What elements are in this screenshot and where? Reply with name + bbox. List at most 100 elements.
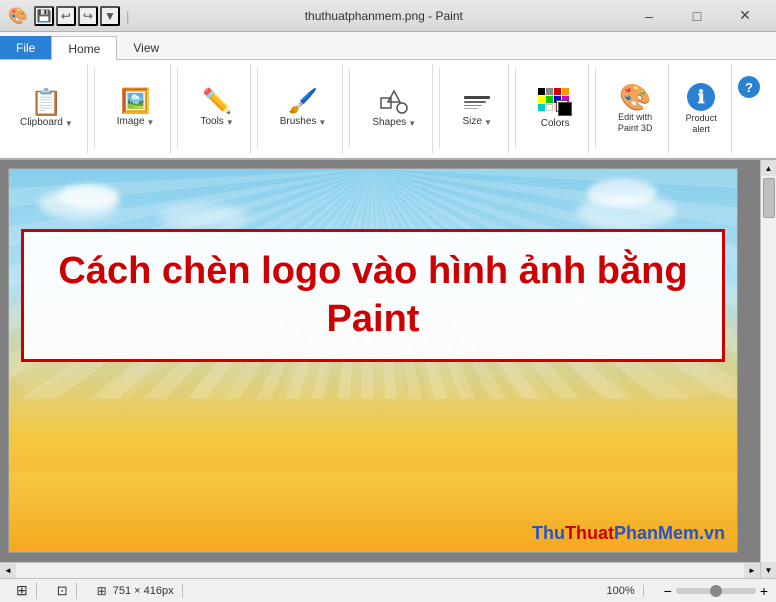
minimize-button[interactable]: – bbox=[626, 0, 672, 32]
size-group: Size ▼ bbox=[446, 64, 509, 154]
clipboard-arrow: ▼ bbox=[65, 119, 73, 128]
image-label: Image bbox=[117, 116, 145, 128]
tab-home[interactable]: Home bbox=[51, 36, 117, 60]
tab-view[interactable]: View bbox=[117, 36, 175, 59]
zoom-out-button[interactable]: − bbox=[664, 583, 672, 599]
edit-with-paint3d-button[interactable]: 🎨 Edit with Paint 3D bbox=[610, 80, 660, 138]
size-label: Size bbox=[463, 116, 482, 128]
clipboard-button[interactable]: 📋 Clipboard ▼ bbox=[14, 85, 79, 133]
divider-4 bbox=[349, 68, 350, 148]
save-quick-button[interactable]: 💾 bbox=[34, 6, 54, 26]
app-icon: 🎨 bbox=[8, 6, 28, 26]
image-dimensions: 751 × 416px bbox=[113, 585, 174, 597]
shapes-arrow: ▼ bbox=[408, 119, 416, 128]
watermark-rest: PhanMem.vn bbox=[614, 523, 725, 543]
colors-group: Colors bbox=[522, 64, 589, 154]
tools-label: Tools bbox=[200, 116, 223, 128]
zoom-controls: − + bbox=[664, 583, 768, 599]
tools-icon: ✏️ bbox=[202, 90, 232, 114]
divider-7 bbox=[595, 68, 596, 148]
divider-2 bbox=[177, 68, 178, 148]
watermark-thu: Thu bbox=[532, 523, 565, 543]
alert-icon: ℹ bbox=[687, 83, 715, 111]
scroll-right-button[interactable]: ► bbox=[744, 563, 760, 579]
shapes-label: Shapes bbox=[372, 117, 406, 129]
main-canvas-area: ▲ ▼ ◄ ► bbox=[0, 160, 776, 578]
window-controls: – □ ✕ bbox=[626, 0, 768, 32]
status-selection: ⊡ bbox=[49, 583, 77, 599]
image-text-line2: Paint bbox=[44, 296, 702, 344]
brushes-label: Brushes bbox=[280, 116, 317, 128]
title-bar: 🎨 💾 ↩ ↪ ▼ | thuthuatphanmem.png - Paint … bbox=[0, 0, 776, 32]
colors-label: Colors bbox=[541, 118, 570, 130]
image-button[interactable]: 🖼️ Image ▼ bbox=[109, 86, 163, 132]
product-alert-label2: alert bbox=[692, 124, 710, 135]
product-alert-label: Product bbox=[686, 113, 717, 124]
zoom-slider[interactable] bbox=[676, 588, 756, 594]
zoom-slider-thumb[interactable] bbox=[710, 585, 722, 597]
divider-5 bbox=[439, 68, 440, 148]
image-arrow: ▼ bbox=[147, 118, 155, 127]
colors-button[interactable]: Colors bbox=[530, 84, 580, 134]
status-bar: ⊞ ⊡ ⊞ 751 × 416px 100% − + bbox=[0, 578, 776, 602]
status-dimensions: ⊞ 751 × 416px bbox=[89, 584, 183, 598]
canvas-padding: Cách chèn logo vào hình ảnh bằng Paint T… bbox=[0, 160, 776, 577]
app-window: 🎨 💾 ↩ ↪ ▼ | thuthuatphanmem.png - Paint … bbox=[0, 0, 776, 602]
horizontal-scrollbar[interactable]: ◄ ► bbox=[0, 562, 760, 578]
clipboard-group: 📋 Clipboard ▼ bbox=[6, 64, 88, 154]
help-button[interactable]: ? bbox=[738, 76, 760, 98]
divider-3 bbox=[257, 68, 258, 148]
divider-1 bbox=[94, 68, 95, 148]
tab-file[interactable]: File bbox=[0, 36, 51, 59]
image-icon: 🖼️ bbox=[121, 90, 151, 114]
tools-arrow: ▼ bbox=[226, 118, 234, 127]
shapes-group: Shapes ▼ bbox=[356, 64, 433, 154]
dimensions-icon: ⊞ bbox=[97, 584, 107, 598]
divider-6 bbox=[515, 68, 516, 148]
image-group: 🖼️ Image ▼ bbox=[101, 64, 172, 154]
brushes-icon: 🖌️ bbox=[288, 90, 318, 114]
scroll-down-button[interactable]: ▼ bbox=[761, 562, 776, 578]
ribbon-toolbar: 📋 Clipboard ▼ 🖼️ Image ▼ ✏️ bbox=[0, 60, 776, 160]
redo-quick-button[interactable]: ↪ bbox=[78, 6, 98, 26]
watermark: ThuThuatPhanMem.vn bbox=[532, 523, 725, 544]
product-alert-button[interactable]: ℹ Product alert bbox=[679, 79, 723, 139]
status-left: ⊞ bbox=[8, 582, 37, 599]
watermark-thuat: Thuat bbox=[565, 523, 614, 543]
brushes-group: 🖌️ Brushes ▼ bbox=[264, 64, 344, 154]
clipboard-label: Clipboard bbox=[20, 117, 63, 129]
select-rect-icon: ⊡ bbox=[57, 583, 68, 599]
close-button[interactable]: ✕ bbox=[722, 0, 768, 32]
colors-icon bbox=[538, 88, 572, 116]
vertical-scrollbar[interactable]: ▲ ▼ bbox=[760, 160, 776, 578]
text-overlay-box: Cách chèn logo vào hình ảnh bằng Paint bbox=[21, 229, 725, 362]
zoom-in-button[interactable]: + bbox=[760, 583, 768, 599]
cloud-4 bbox=[587, 179, 657, 207]
undo-quick-button[interactable]: ↩ bbox=[56, 6, 76, 26]
size-icon bbox=[462, 90, 492, 114]
ribbon-tabs: File Home View bbox=[0, 32, 776, 60]
shapes-button[interactable]: Shapes ▼ bbox=[364, 85, 424, 133]
image-text-line1: Cách chèn logo vào hình ảnh bằng bbox=[44, 248, 702, 296]
paint-canvas[interactable]: Cách chèn logo vào hình ảnh bằng Paint T… bbox=[8, 168, 738, 553]
separator: | bbox=[126, 8, 130, 24]
scroll-thumb-vertical[interactable] bbox=[763, 178, 775, 218]
scroll-up-button[interactable]: ▲ bbox=[761, 160, 776, 176]
brushes-button[interactable]: 🖌️ Brushes ▼ bbox=[272, 86, 335, 132]
zoom-value: 100% bbox=[606, 585, 634, 597]
size-button[interactable]: Size ▼ bbox=[454, 86, 500, 132]
window-title: thuthuatphanmem.png - Paint bbox=[142, 9, 626, 23]
cloud-2 bbox=[59, 184, 119, 209]
tools-group: ✏️ Tools ▼ bbox=[184, 64, 250, 154]
clipboard-icon: 📋 bbox=[30, 89, 62, 115]
quick-access-dropdown[interactable]: ▼ bbox=[100, 6, 120, 26]
brushes-arrow: ▼ bbox=[318, 118, 326, 127]
paint3d-icon: 🎨 bbox=[619, 84, 651, 110]
cloud-5 bbox=[159, 204, 249, 229]
maximize-button[interactable]: □ bbox=[674, 0, 720, 32]
edit-paint3d-label2: Paint 3D bbox=[618, 123, 653, 134]
scroll-left-button[interactable]: ◄ bbox=[0, 563, 16, 579]
edit-paint3d-group: 🎨 Edit with Paint 3D bbox=[602, 64, 669, 154]
selection-icon: ⊞ bbox=[16, 582, 28, 599]
tools-button[interactable]: ✏️ Tools ▼ bbox=[192, 86, 241, 132]
